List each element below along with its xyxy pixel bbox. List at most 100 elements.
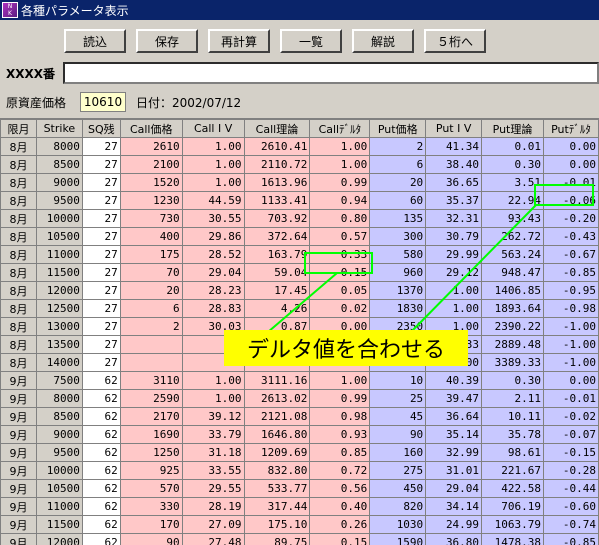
col-put-theory-cell[interactable]: 1893.64 bbox=[482, 300, 544, 318]
table-row[interactable]: 8月12000272028.2317.450.0513701.001406.85… bbox=[1, 282, 599, 300]
table-row[interactable]: 8月100002773030.55703.920.8013532.3193.43… bbox=[1, 210, 599, 228]
col-month-cell[interactable]: 8月 bbox=[1, 282, 37, 300]
col-put-iv-cell[interactable]: 29.12 bbox=[426, 264, 482, 282]
col-month-cell[interactable]: 8月 bbox=[1, 192, 37, 210]
col-month-cell[interactable]: 9月 bbox=[1, 462, 37, 480]
table-row[interactable]: 9月100006292533.55832.800.7227531.01221.6… bbox=[1, 462, 599, 480]
col-strike-cell[interactable]: 10500 bbox=[36, 228, 82, 246]
col-sq-cell[interactable]: 62 bbox=[82, 444, 120, 462]
col-call-price-cell[interactable]: 2100 bbox=[120, 156, 182, 174]
col-call-price-cell[interactable]: 2610 bbox=[120, 138, 182, 156]
col-put-theory-cell[interactable]: 98.61 bbox=[482, 444, 544, 462]
col-call-theory-cell[interactable]: 1613.96 bbox=[244, 174, 310, 192]
col-put-theory-cell[interactable]: 3.51 bbox=[482, 174, 544, 192]
col-sq-cell[interactable]: 27 bbox=[82, 246, 120, 264]
col-call-theory-cell[interactable] bbox=[244, 336, 310, 354]
col-strike-cell[interactable]: 7500 bbox=[36, 372, 82, 390]
col-sq-cell[interactable]: 27 bbox=[82, 192, 120, 210]
explanation-button[interactable]: 解説 bbox=[352, 29, 414, 53]
col-call-iv-cell[interactable]: 29.04 bbox=[182, 264, 244, 282]
col-call-price-cell[interactable]: 20 bbox=[120, 282, 182, 300]
col-call-delta-cell[interactable]: 0.99 bbox=[310, 174, 370, 192]
col-call-delta-cell[interactable]: 0.15 bbox=[310, 534, 370, 545]
col-call-iv-cell[interactable]: 1.00 bbox=[182, 138, 244, 156]
col-sq-cell[interactable]: 27 bbox=[82, 174, 120, 192]
col-put-delta-cell[interactable]: 0.00 bbox=[543, 156, 598, 174]
col-call-iv-cell[interactable]: 28.23 bbox=[182, 282, 244, 300]
parameter-grid[interactable]: 限月StrikeSQ残Call価格Call I VCall理論CallﾃﾞﾙﾀP… bbox=[0, 118, 599, 545]
col-put-theory-cell[interactable]: 93.43 bbox=[482, 210, 544, 228]
col-put-delta-cell[interactable]: -0.06 bbox=[543, 192, 598, 210]
col-sq-cell[interactable]: 27 bbox=[82, 264, 120, 282]
col-call-iv-cell[interactable]: 33.55 bbox=[182, 462, 244, 480]
col-put-theory-cell[interactable]: 706.19 bbox=[482, 498, 544, 516]
col-put-theory-cell[interactable]: 948.47 bbox=[482, 264, 544, 282]
col-call-iv-cell[interactable]: 44.59 bbox=[182, 192, 244, 210]
table-row[interactable]: 9月12000629027.4889.750.15159036.801478.3… bbox=[1, 534, 599, 545]
col-call-iv-cell[interactable]: 28.52 bbox=[182, 246, 244, 264]
col-call-iv-cell[interactable]: 1.00 bbox=[182, 390, 244, 408]
col-sq-cell[interactable]: 27 bbox=[82, 282, 120, 300]
id-input[interactable] bbox=[63, 62, 599, 84]
col-put-delta-cell[interactable]: 0.00 bbox=[543, 372, 598, 390]
table-row[interactable]: 9月105006257029.55533.770.5645029.04422.5… bbox=[1, 480, 599, 498]
col-put-price-cell[interactable]: 1590 bbox=[370, 534, 426, 545]
col-put-iv-cell[interactable]: 39.47 bbox=[426, 390, 482, 408]
col-strike-cell[interactable]: 14000 bbox=[36, 354, 82, 372]
col-sq-cell[interactable]: 27 bbox=[82, 156, 120, 174]
col-call-delta-cell[interactable]: 0.93 bbox=[310, 426, 370, 444]
five-digit-button[interactable]: ５桁へ bbox=[424, 29, 486, 53]
col-sq-cell[interactable]: 27 bbox=[82, 210, 120, 228]
col-put-price-cell[interactable]: 20 bbox=[370, 174, 426, 192]
col-strike-cell[interactable]: 12500 bbox=[36, 300, 82, 318]
col-put-theory-cell[interactable]: 2889.48 bbox=[482, 336, 544, 354]
col-sq-cell[interactable]: 62 bbox=[82, 480, 120, 498]
col-call-delta-cell[interactable]: 1.00 bbox=[310, 138, 370, 156]
col-month-header[interactable]: 限月 bbox=[1, 120, 37, 138]
col-month-cell[interactable]: 8月 bbox=[1, 174, 37, 192]
col-call-iv-cell[interactable]: 27.09 bbox=[182, 516, 244, 534]
col-call-price-cell[interactable]: 330 bbox=[120, 498, 182, 516]
col-call-price-cell[interactable]: 2170 bbox=[120, 408, 182, 426]
col-month-cell[interactable]: 9月 bbox=[1, 516, 37, 534]
col-put-delta-cell[interactable]: -0.01 bbox=[543, 390, 598, 408]
col-put-delta-cell[interactable]: -0.98 bbox=[543, 300, 598, 318]
col-put-delta-cell[interactable]: -0.44 bbox=[543, 480, 598, 498]
col-put-delta-cell[interactable]: -0.43 bbox=[543, 228, 598, 246]
col-call-price-cell[interactable]: 170 bbox=[120, 516, 182, 534]
col-call-price-cell[interactable]: 1230 bbox=[120, 192, 182, 210]
col-put-iv-cell[interactable]: 36.64 bbox=[426, 408, 482, 426]
col-put-delta-cell[interactable]: -1.00 bbox=[543, 336, 598, 354]
col-put-price-cell[interactable]: 1030 bbox=[370, 516, 426, 534]
table-row[interactable]: 8月110002717528.52163.790.3358029.99563.2… bbox=[1, 246, 599, 264]
table-row[interactable]: 8月140002733901.003389.33-1.00 bbox=[1, 354, 599, 372]
col-call-theory-cell[interactable]: 3111.16 bbox=[244, 372, 310, 390]
col-month-cell[interactable]: 9月 bbox=[1, 426, 37, 444]
col-put-price-cell[interactable]: 3390 bbox=[370, 354, 426, 372]
col-put-iv-cell[interactable]: 24.99 bbox=[426, 516, 482, 534]
col-put-delta-cell[interactable]: -0.85 bbox=[543, 534, 598, 545]
col-call-delta-cell[interactable]: 1.00 bbox=[310, 372, 370, 390]
col-put-price-header[interactable]: Put価格 bbox=[370, 120, 426, 138]
col-call-delta-cell[interactable]: 0.80 bbox=[310, 210, 370, 228]
col-put-delta-cell[interactable]: -0.74 bbox=[543, 516, 598, 534]
col-call-price-cell[interactable]: 2590 bbox=[120, 390, 182, 408]
col-put-price-cell[interactable]: 2 bbox=[370, 138, 426, 156]
col-put-theory-cell[interactable]: 35.78 bbox=[482, 426, 544, 444]
col-put-delta-header[interactable]: Putﾃﾞﾙﾀ bbox=[543, 120, 598, 138]
col-sq-cell[interactable]: 62 bbox=[82, 372, 120, 390]
table-row[interactable]: 8月85002721001.002110.721.00638.400.300.0… bbox=[1, 156, 599, 174]
col-strike-cell[interactable]: 9500 bbox=[36, 444, 82, 462]
col-call-delta-cell[interactable]: 0.72 bbox=[310, 462, 370, 480]
col-call-price-header[interactable]: Call価格 bbox=[120, 120, 182, 138]
col-put-delta-cell[interactable]: -0.60 bbox=[543, 498, 598, 516]
col-call-delta-cell[interactable] bbox=[310, 354, 370, 372]
table-row[interactable]: 8月1350027291048.332889.48-1.00 bbox=[1, 336, 599, 354]
col-call-theory-cell[interactable] bbox=[244, 354, 310, 372]
col-put-iv-cell[interactable]: 35.37 bbox=[426, 192, 482, 210]
col-put-price-cell[interactable]: 90 bbox=[370, 426, 426, 444]
col-month-cell[interactable]: 9月 bbox=[1, 444, 37, 462]
table-row[interactable]: 9月900062169033.791646.800.939035.1435.78… bbox=[1, 426, 599, 444]
col-month-cell[interactable]: 8月 bbox=[1, 354, 37, 372]
col-month-cell[interactable]: 8月 bbox=[1, 210, 37, 228]
